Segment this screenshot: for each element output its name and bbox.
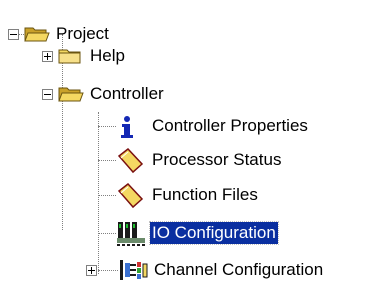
tree-item-io-configuration[interactable]: IO Configuration — [116, 221, 279, 246]
tree-connector — [98, 195, 116, 196]
tree-item-processor-status[interactable]: Processor Status — [116, 148, 283, 174]
tree-node-label: Controller — [90, 84, 164, 103]
tree-item-controller-properties[interactable]: Controller Properties — [116, 114, 310, 138]
tree-connector — [98, 270, 118, 271]
channel-config-icon — [120, 260, 148, 280]
folder-icon — [58, 49, 81, 64]
tree-connector — [98, 112, 99, 274]
tree-item-channel-configuration[interactable]: Channel Configuration — [118, 258, 325, 282]
folder-open-icon — [58, 87, 84, 102]
expand-toggle-help[interactable] — [42, 51, 53, 62]
tree-node-help[interactable]: Help — [58, 44, 127, 68]
tree-node-label: Project — [56, 24, 109, 43]
info-icon — [121, 116, 133, 138]
folder-open-icon — [24, 27, 50, 42]
tree-node-label: Controller Properties — [152, 116, 308, 135]
tree-connector — [98, 126, 116, 127]
tree-node-label: Processor Status — [152, 150, 282, 169]
tree-node-controller[interactable]: Controller — [58, 82, 166, 106]
tree-node-label: IO Configuration — [149, 221, 279, 245]
expand-toggle-channel-configuration[interactable] — [86, 265, 97, 276]
collapse-toggle-controller[interactable] — [42, 89, 53, 100]
io-module-icon — [117, 222, 145, 246]
collapse-toggle-project[interactable] — [8, 29, 19, 40]
tree-node-label: Function Files — [152, 185, 258, 204]
tree-node-label: Help — [90, 46, 125, 65]
tree-item-function-files[interactable]: Function Files — [116, 183, 260, 209]
tree-connector — [98, 233, 116, 234]
tree-node-project[interactable]: Project — [24, 22, 111, 46]
document-diamond-icon — [117, 183, 144, 209]
tree-node-label: Channel Configuration — [154, 260, 324, 279]
tree-connector — [98, 160, 116, 161]
document-diamond-icon — [117, 148, 144, 174]
